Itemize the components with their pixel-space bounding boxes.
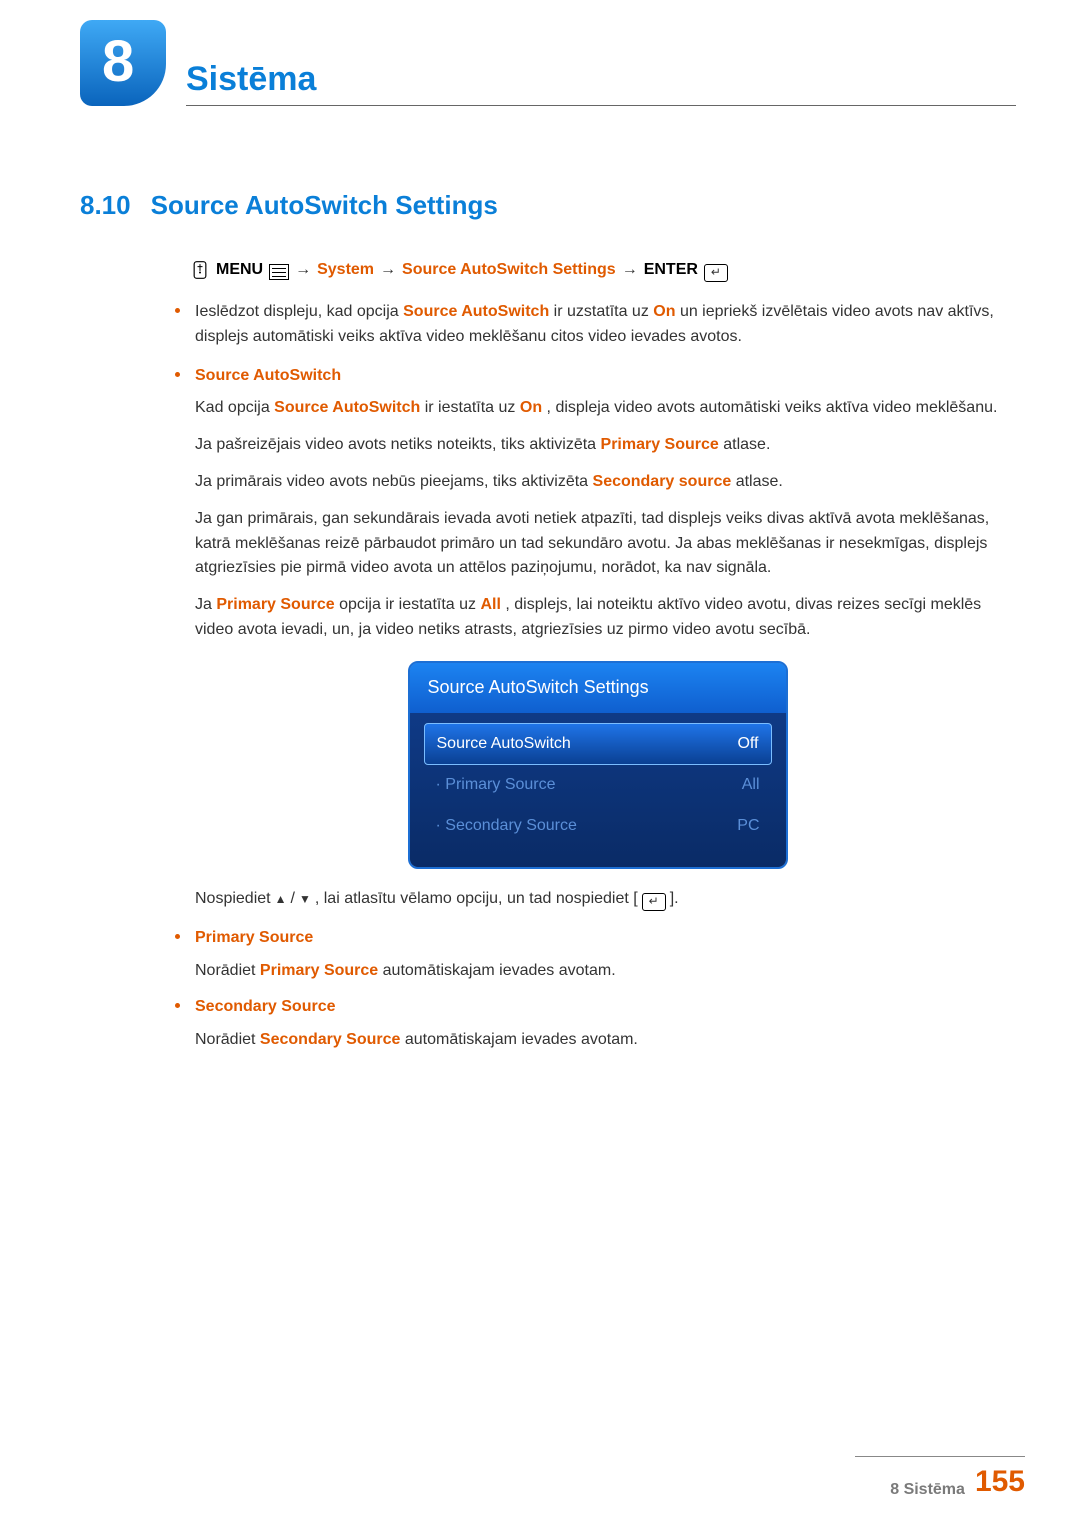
osd-row-value: All [742, 773, 760, 798]
p1-pre: Kad opcija [195, 399, 274, 416]
bullet-icon [175, 934, 180, 939]
osd-row-secondary-source: · Secondary Source PC [424, 806, 772, 847]
para-4: Ja gan primārais, gan sekundārais ievada… [195, 507, 1000, 581]
p5-em1: Primary Source [216, 596, 334, 613]
osd-row-label: · Primary Source [436, 773, 556, 798]
para-1: Kad opcija Source AutoSwitch ir iestatīt… [195, 396, 1000, 421]
sub-secondary-source: Secondary Source Norādiet Secondary Sour… [175, 995, 1000, 1053]
section-title: Source AutoSwitch Settings [151, 190, 498, 221]
p5-mid: opcija ir iestatīta uz [339, 596, 480, 613]
bullet-icon [175, 372, 180, 377]
footer-divider [855, 1456, 1025, 1457]
remote-icon [190, 260, 210, 280]
arrow-3: → [622, 261, 638, 279]
p1-post: , displeja video avots automātiski veiks… [547, 399, 998, 416]
secondary-text: Norādiet Secondary Source automātiskajam… [195, 1028, 1000, 1053]
chapter-header: 8 Sistēma [80, 20, 1016, 106]
arrow-2: → [380, 261, 396, 279]
section-number: 8.10 [80, 190, 131, 221]
para-5: Ja Primary Source opcija ir iestatīta uz… [195, 593, 1000, 643]
intro-text-pre: Ieslēdzot displeju, kad opcija [195, 303, 403, 320]
menu-label: MENU [216, 261, 263, 279]
bullet-icon [175, 1003, 180, 1008]
content-body: Ieslēdzot displeju, kad opcija Source Au… [175, 300, 1000, 1065]
p5-pre: Ja [195, 596, 216, 613]
p1-em1: Source AutoSwitch [274, 399, 420, 416]
enter-icon: ↵ [704, 264, 728, 282]
osd-row-primary-source: · Primary Source All [424, 765, 772, 806]
breadcrumb-item: Source AutoSwitch Settings [402, 261, 616, 279]
osd-graphic: Source AutoSwitch Settings Source AutoSw… [195, 661, 1000, 869]
primary-pre: Norādiet [195, 962, 260, 979]
menu-path: MENU → System → Source AutoSwitch Settin… [190, 260, 728, 280]
osd-row-source-autoswitch: Source AutoSwitch Off [424, 723, 772, 766]
osd-title: Source AutoSwitch Settings [410, 663, 786, 713]
arrow-1: → [295, 261, 311, 279]
p2-post: atlase. [723, 436, 770, 453]
page-footer: 8 Sistēma 155 [890, 1465, 1025, 1499]
intro-bullet: Ieslēdzot displeju, kad opcija Source Au… [175, 300, 1000, 350]
osd-row-value: Off [737, 732, 758, 757]
instr-pre: Nospiediet [195, 887, 271, 912]
secondary-em: Secondary Source [260, 1031, 401, 1048]
sub-head-autoswitch: Source AutoSwitch [195, 364, 1000, 389]
para-3: Ja primārais video avots nebūs pieejams,… [195, 470, 1000, 495]
primary-text: Norādiet Primary Source automātiskajam i… [195, 959, 1000, 984]
p3-post: atlase. [736, 473, 783, 490]
menu-icon [269, 264, 289, 280]
footer-page-number: 155 [975, 1465, 1025, 1499]
sub-head-primary: Primary Source [195, 926, 1000, 951]
osd-row-label: · Secondary Source [436, 814, 577, 839]
p3-em: Secondary source [593, 473, 732, 490]
instr-slash: / [291, 887, 295, 912]
intro-em2: On [653, 303, 675, 320]
p3-pre: Ja primārais video avots nebūs pieejams,… [195, 473, 593, 490]
para-2: Ja pašreizējais video avots netiks notei… [195, 433, 1000, 458]
primary-em: Primary Source [260, 962, 378, 979]
chapter-number: 8 [102, 28, 134, 95]
intro-em1: Source AutoSwitch [403, 303, 549, 320]
triangle-down-icon: ▼ [299, 890, 311, 909]
p2-em: Primary Source [601, 436, 719, 453]
sub-source-autoswitch: Source AutoSwitch Kad opcija Source Auto… [175, 364, 1000, 912]
triangle-up-icon: ▲ [275, 890, 287, 909]
instruction-line: Nospiediet ▲ / ▼ , lai atlasītu vēlamo o… [195, 887, 1000, 912]
instr-post: ]. [670, 887, 679, 912]
intro-text-mid1: ir uzstatīta uz [554, 303, 654, 320]
breadcrumb-system: System [317, 261, 374, 279]
secondary-post: automātiskajam ievades avotam. [405, 1031, 638, 1048]
chapter-badge: 8 [80, 20, 166, 106]
p2-pre: Ja pašreizējais video avots netiks notei… [195, 436, 601, 453]
p5-em2: All [480, 596, 500, 613]
osd-row-value: PC [737, 814, 759, 839]
instr-mid: , lai atlasītu vēlamo opciju, un tad nos… [315, 887, 638, 912]
footer-chapter-label: 8 Sistēma [890, 1481, 965, 1499]
secondary-pre: Norādiet [195, 1031, 260, 1048]
bullet-icon [175, 308, 180, 313]
enter-icon: ↵ [642, 893, 666, 911]
chapter-title: Sistēma [186, 60, 1016, 106]
sub-head-secondary: Secondary Source [195, 995, 1000, 1020]
sub-primary-source: Primary Source Norādiet Primary Source a… [175, 926, 1000, 984]
osd-row-label: Source AutoSwitch [437, 732, 571, 757]
section-header: 8.10 Source AutoSwitch Settings [80, 190, 498, 221]
p1-mid: ir iestatīta uz [425, 399, 520, 416]
primary-post: automātiskajam ievades avotam. [383, 962, 616, 979]
enter-label: ENTER [644, 261, 698, 279]
p1-em2: On [520, 399, 542, 416]
